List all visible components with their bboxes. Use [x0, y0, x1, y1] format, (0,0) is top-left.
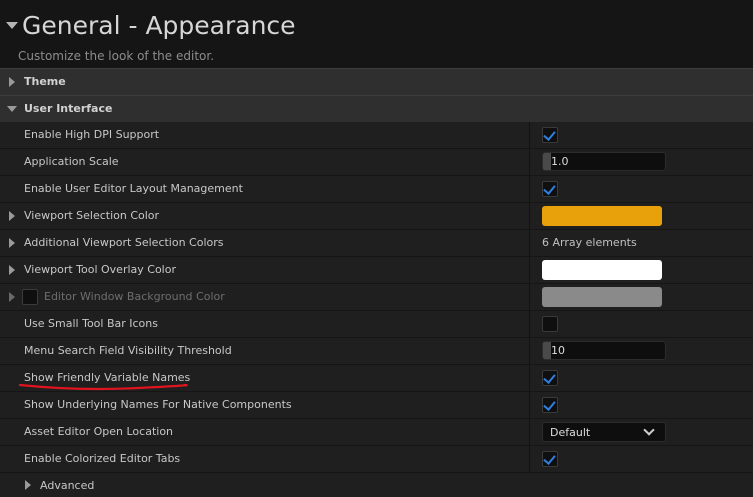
check-icon	[543, 182, 556, 195]
check-icon	[543, 128, 556, 141]
column-divider[interactable]	[529, 311, 530, 338]
underlying-names-checkbox[interactable]	[542, 397, 558, 413]
column-divider[interactable]	[529, 392, 530, 419]
row-label: Viewport Selection Color	[24, 209, 160, 222]
expand-arrow-icon[interactable]	[9, 77, 15, 87]
row-label: Enable Colorized Editor Tabs	[24, 452, 181, 465]
colorized-tabs-checkbox[interactable]	[542, 451, 558, 467]
menu-search-threshold-input[interactable]: 10	[542, 341, 666, 360]
row-tool-overlay-color[interactable]: Viewport Tool Overlay Color	[0, 257, 753, 284]
layout-management-checkbox[interactable]	[542, 181, 558, 197]
row-colorized-tabs: Enable Colorized Editor Tabs	[0, 446, 753, 473]
check-icon	[543, 371, 556, 384]
row-viewport-selection-color[interactable]: Viewport Selection Color	[0, 203, 753, 230]
check-icon	[543, 452, 556, 465]
row-asset-editor-open-location: Asset Editor Open Location Default	[0, 419, 753, 446]
number-value: 1.0	[551, 155, 569, 168]
expand-arrow-icon[interactable]	[9, 265, 15, 275]
expand-arrow-icon[interactable]	[25, 480, 31, 490]
row-label: Show Underlying Names For Native Compone…	[24, 398, 292, 411]
application-scale-input[interactable]: 1.0	[542, 152, 666, 171]
expand-arrow-icon[interactable]	[9, 292, 15, 302]
number-value: 10	[551, 344, 565, 357]
column-divider[interactable]	[529, 230, 530, 257]
row-menu-search-threshold: Menu Search Field Visibility Threshold 1…	[0, 338, 753, 365]
row-layout-management: Enable User Editor Layout Management	[0, 176, 753, 203]
check-icon	[543, 398, 556, 411]
section-label: User Interface	[24, 102, 113, 115]
collapse-arrow-icon[interactable]	[7, 106, 17, 112]
window-background-color-swatch[interactable]	[542, 287, 662, 307]
row-label: Viewport Tool Overlay Color	[24, 263, 176, 276]
asset-editor-location-dropdown[interactable]: Default	[542, 422, 666, 442]
row-underlying-names: Show Underlying Names For Native Compone…	[0, 392, 753, 419]
enable-high-dpi-checkbox[interactable]	[542, 127, 558, 143]
row-label: Enable User Editor Layout Management	[24, 182, 243, 195]
column-divider[interactable]	[529, 365, 530, 392]
tool-overlay-color-swatch[interactable]	[542, 260, 662, 280]
expand-arrow-icon[interactable]	[9, 211, 15, 221]
expand-arrow-icon[interactable]	[9, 238, 15, 248]
viewport-selection-color-swatch[interactable]	[542, 206, 662, 226]
collapse-arrow-icon[interactable]	[6, 22, 18, 29]
row-additional-selection-colors[interactable]: Additional Viewport Selection Colors 6 A…	[0, 230, 753, 257]
chevron-down-icon	[643, 424, 655, 436]
row-label: Editor Window Background Color	[44, 290, 225, 303]
section-label: Theme	[24, 75, 66, 88]
section-theme[interactable]: Theme	[0, 68, 753, 95]
advanced-label: Advanced	[40, 479, 95, 492]
red-underline-annotation	[18, 383, 188, 391]
override-checkbox[interactable]	[22, 289, 38, 305]
array-count: 6 Array elements	[542, 236, 637, 249]
column-divider[interactable]	[529, 149, 530, 176]
row-label: Enable High DPI Support	[24, 128, 160, 141]
small-toolbar-icons-checkbox[interactable]	[542, 316, 558, 332]
advanced-section[interactable]: Advanced	[0, 473, 753, 497]
row-enable-high-dpi: Enable High DPI Support	[0, 122, 753, 149]
column-divider[interactable]	[529, 284, 530, 311]
friendly-variable-names-checkbox[interactable]	[542, 370, 558, 386]
row-label: Application Scale	[24, 155, 119, 168]
column-divider[interactable]	[529, 338, 530, 365]
row-label: Menu Search Field Visibility Threshold	[24, 344, 232, 357]
column-divider[interactable]	[529, 257, 530, 284]
row-application-scale: Application Scale 1.0	[0, 149, 753, 176]
settings-header: General - Appearance Customize the look …	[0, 0, 753, 68]
column-divider[interactable]	[529, 419, 530, 446]
column-divider[interactable]	[529, 176, 530, 203]
column-divider[interactable]	[529, 122, 530, 149]
page-title: General - Appearance	[22, 11, 296, 40]
row-label: Asset Editor Open Location	[24, 425, 174, 438]
section-user-interface[interactable]: User Interface	[0, 95, 753, 122]
column-divider[interactable]	[529, 446, 530, 473]
page-subtitle: Customize the look of the editor.	[18, 49, 215, 63]
row-label: Additional Viewport Selection Colors	[24, 236, 224, 249]
slider-fill	[543, 153, 551, 170]
row-small-toolbar-icons: Use Small Tool Bar Icons	[0, 311, 753, 338]
column-divider[interactable]	[529, 203, 530, 230]
row-window-background-color[interactable]: Editor Window Background Color	[0, 284, 753, 311]
row-label: Use Small Tool Bar Icons	[24, 317, 158, 330]
dropdown-value: Default	[550, 426, 591, 439]
slider-fill	[543, 342, 551, 359]
